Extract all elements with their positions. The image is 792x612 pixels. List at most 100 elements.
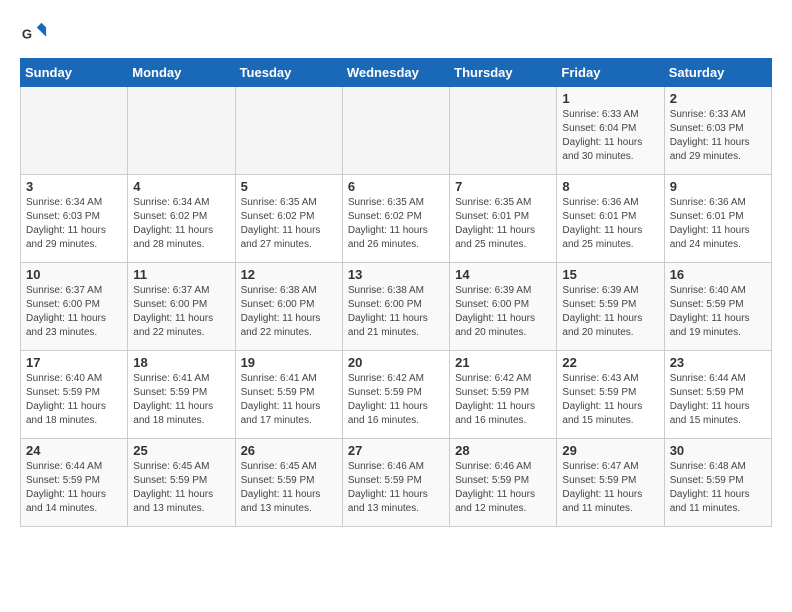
calendar-week-row: 10 Sunrise: 6:37 AM Sunset: 6:00 PM Dayli… <box>21 263 772 351</box>
calendar-cell: 28 Sunrise: 6:46 AM Sunset: 5:59 PM Dayli… <box>450 439 557 527</box>
day-number: 28 <box>455 443 551 458</box>
svg-text:G: G <box>22 27 32 42</box>
calendar-cell: 27 Sunrise: 6:46 AM Sunset: 5:59 PM Dayli… <box>342 439 449 527</box>
day-number: 22 <box>562 355 658 370</box>
header-thursday: Thursday <box>450 59 557 87</box>
logo: G <box>20 20 52 48</box>
day-info: Sunrise: 6:42 AM Sunset: 5:59 PM Dayligh… <box>455 372 551 428</box>
header-wednesday: Wednesday <box>342 59 449 87</box>
calendar-week-row: 3 Sunrise: 6:34 AM Sunset: 6:03 PM Daylig… <box>21 175 772 263</box>
calendar-week-row: 17Sunrise: 6:40 AM Sunset: 5:59 PM Dayli… <box>21 351 772 439</box>
day-info: Sunrise: 6:42 AM Sunset: 5:59 PM Dayligh… <box>348 372 444 428</box>
calendar-cell <box>450 87 557 175</box>
day-info: Sunrise: 6:38 AM Sunset: 6:00 PM Dayligh… <box>348 284 444 340</box>
calendar-cell: 10 Sunrise: 6:37 AM Sunset: 6:00 PM Dayli… <box>21 263 128 351</box>
header-tuesday: Tuesday <box>235 59 342 87</box>
calendar-cell: 24 Sunrise: 6:44 AM Sunset: 5:59 PM Dayli… <box>21 439 128 527</box>
day-info: Sunrise: 6:34 AM Sunset: 6:03 PM Dayligh… <box>26 196 122 252</box>
calendar-cell: 1 Sunrise: 6:33 AM Sunset: 6:04 PM Daylig… <box>557 87 664 175</box>
day-number: 8 <box>562 179 658 194</box>
calendar-cell: 18 Sunrise: 6:41 AM Sunset: 5:59 PM Dayli… <box>128 351 235 439</box>
day-info: Sunrise: 6:40 AM Sunset: 5:59 PM Dayligh… <box>670 284 766 340</box>
day-info: Sunrise: 6:35 AM Sunset: 6:02 PM Dayligh… <box>348 196 444 252</box>
day-number: 9 <box>670 179 766 194</box>
calendar-cell: 25Sunrise: 6:45 AM Sunset: 5:59 PM Dayli… <box>128 439 235 527</box>
day-info: Sunrise: 6:38 AM Sunset: 6:00 PM Dayligh… <box>241 284 337 340</box>
day-number: 30 <box>670 443 766 458</box>
calendar-cell: 5Sunrise: 6:35 AM Sunset: 6:02 PM Daylig… <box>235 175 342 263</box>
header-monday: Monday <box>128 59 235 87</box>
day-info: Sunrise: 6:46 AM Sunset: 5:59 PM Dayligh… <box>348 460 444 516</box>
calendar-cell: 22Sunrise: 6:43 AM Sunset: 5:59 PM Dayli… <box>557 351 664 439</box>
calendar-cell <box>21 87 128 175</box>
logo-icon: G <box>20 20 48 48</box>
day-number: 18 <box>133 355 229 370</box>
day-number: 6 <box>348 179 444 194</box>
calendar-cell: 15 Sunrise: 6:39 AM Sunset: 5:59 PM Dayli… <box>557 263 664 351</box>
day-number: 19 <box>241 355 337 370</box>
day-info: Sunrise: 6:36 AM Sunset: 6:01 PM Dayligh… <box>670 196 766 252</box>
day-number: 24 <box>26 443 122 458</box>
header-sunday: Sunday <box>21 59 128 87</box>
calendar-cell: 30 Sunrise: 6:48 AM Sunset: 5:59 PM Dayli… <box>664 439 771 527</box>
calendar-cell: 6 Sunrise: 6:35 AM Sunset: 6:02 PM Daylig… <box>342 175 449 263</box>
day-number: 23 <box>670 355 766 370</box>
day-info: Sunrise: 6:33 AM Sunset: 6:03 PM Dayligh… <box>670 108 766 164</box>
day-number: 1 <box>562 91 658 106</box>
day-number: 26 <box>241 443 337 458</box>
day-number: 27 <box>348 443 444 458</box>
calendar-cell: 26 Sunrise: 6:45 AM Sunset: 5:59 PM Dayli… <box>235 439 342 527</box>
day-info: Sunrise: 6:41 AM Sunset: 5:59 PM Dayligh… <box>133 372 229 428</box>
calendar-cell <box>235 87 342 175</box>
day-number: 13 <box>348 267 444 282</box>
day-info: Sunrise: 6:45 AM Sunset: 5:59 PM Dayligh… <box>133 460 229 516</box>
calendar-cell: 14 Sunrise: 6:39 AM Sunset: 6:00 PM Dayli… <box>450 263 557 351</box>
calendar-table: SundayMondayTuesdayWednesdayThursdayFrid… <box>20 58 772 527</box>
day-number: 5 <box>241 179 337 194</box>
day-info: Sunrise: 6:36 AM Sunset: 6:01 PM Dayligh… <box>562 196 658 252</box>
day-info: Sunrise: 6:39 AM Sunset: 6:00 PM Dayligh… <box>455 284 551 340</box>
calendar-cell: 8 Sunrise: 6:36 AM Sunset: 6:01 PM Daylig… <box>557 175 664 263</box>
day-number: 21 <box>455 355 551 370</box>
calendar-cell: 13 Sunrise: 6:38 AM Sunset: 6:00 PM Dayli… <box>342 263 449 351</box>
header-friday: Friday <box>557 59 664 87</box>
day-number: 15 <box>562 267 658 282</box>
day-info: Sunrise: 6:37 AM Sunset: 6:00 PM Dayligh… <box>26 284 122 340</box>
calendar-cell: 4 Sunrise: 6:34 AM Sunset: 6:02 PM Daylig… <box>128 175 235 263</box>
calendar-header-row: SundayMondayTuesdayWednesdayThursdayFrid… <box>21 59 772 87</box>
header-saturday: Saturday <box>664 59 771 87</box>
calendar-cell <box>128 87 235 175</box>
day-info: Sunrise: 6:44 AM Sunset: 5:59 PM Dayligh… <box>670 372 766 428</box>
day-number: 11 <box>133 267 229 282</box>
day-info: Sunrise: 6:44 AM Sunset: 5:59 PM Dayligh… <box>26 460 122 516</box>
day-info: Sunrise: 6:37 AM Sunset: 6:00 PM Dayligh… <box>133 284 229 340</box>
calendar-cell: 19 Sunrise: 6:41 AM Sunset: 5:59 PM Dayli… <box>235 351 342 439</box>
calendar-cell: 21 Sunrise: 6:42 AM Sunset: 5:59 PM Dayli… <box>450 351 557 439</box>
day-number: 4 <box>133 179 229 194</box>
calendar-cell: 2Sunrise: 6:33 AM Sunset: 6:03 PM Daylig… <box>664 87 771 175</box>
calendar-cell: 11 Sunrise: 6:37 AM Sunset: 6:00 PM Dayli… <box>128 263 235 351</box>
day-info: Sunrise: 6:40 AM Sunset: 5:59 PM Dayligh… <box>26 372 122 428</box>
day-number: 10 <box>26 267 122 282</box>
calendar-cell: 3 Sunrise: 6:34 AM Sunset: 6:03 PM Daylig… <box>21 175 128 263</box>
day-info: Sunrise: 6:46 AM Sunset: 5:59 PM Dayligh… <box>455 460 551 516</box>
calendar-cell: 29Sunrise: 6:47 AM Sunset: 5:59 PM Dayli… <box>557 439 664 527</box>
day-info: Sunrise: 6:45 AM Sunset: 5:59 PM Dayligh… <box>241 460 337 516</box>
day-number: 14 <box>455 267 551 282</box>
day-number: 20 <box>348 355 444 370</box>
day-number: 7 <box>455 179 551 194</box>
day-info: Sunrise: 6:39 AM Sunset: 5:59 PM Dayligh… <box>562 284 658 340</box>
day-info: Sunrise: 6:34 AM Sunset: 6:02 PM Dayligh… <box>133 196 229 252</box>
calendar-cell: 7Sunrise: 6:35 AM Sunset: 6:01 PM Daylig… <box>450 175 557 263</box>
calendar-cell <box>342 87 449 175</box>
calendar-cell: 12 Sunrise: 6:38 AM Sunset: 6:00 PM Dayli… <box>235 263 342 351</box>
day-number: 3 <box>26 179 122 194</box>
day-info: Sunrise: 6:41 AM Sunset: 5:59 PM Dayligh… <box>241 372 337 428</box>
day-number: 16 <box>670 267 766 282</box>
day-number: 12 <box>241 267 337 282</box>
calendar-cell: 16 Sunrise: 6:40 AM Sunset: 5:59 PM Dayli… <box>664 263 771 351</box>
page-header: G <box>20 20 772 48</box>
day-number: 29 <box>562 443 658 458</box>
day-info: Sunrise: 6:48 AM Sunset: 5:59 PM Dayligh… <box>670 460 766 516</box>
day-info: Sunrise: 6:33 AM Sunset: 6:04 PM Dayligh… <box>562 108 658 164</box>
